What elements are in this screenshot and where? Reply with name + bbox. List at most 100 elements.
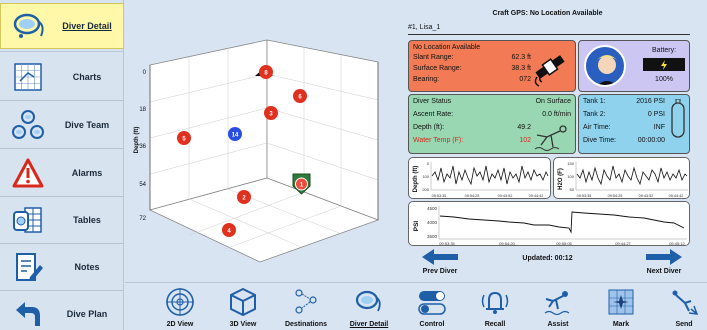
svg-text:09:45:12: 09:45:12 bbox=[669, 241, 685, 246]
svg-text:09:54:25: 09:54:25 bbox=[465, 194, 480, 198]
depth-tick: 54 bbox=[139, 182, 146, 188]
surface-range-row: Surface Range: 38.3 ft bbox=[413, 65, 531, 72]
svg-text:09:55:05: 09:55:05 bbox=[556, 241, 572, 246]
sidebar-item-dive-team[interactable]: Dive Team bbox=[0, 102, 124, 148]
svg-text:14: 14 bbox=[232, 133, 239, 139]
sidebar-item-label: Tables bbox=[73, 215, 101, 225]
tab-destinations[interactable]: Destinations bbox=[276, 283, 336, 330]
air-tank-icon bbox=[670, 98, 686, 141]
satellite-icon bbox=[531, 47, 569, 89]
battery-label: Battery: bbox=[651, 47, 677, 54]
tab-diver-detail[interactable]: Diver Detail bbox=[339, 283, 399, 330]
water-temp-row: Water Temp (F): 102 bbox=[413, 137, 531, 144]
svg-text:PSI: PSI bbox=[413, 221, 420, 232]
diver-marker[interactable]: 8 bbox=[259, 65, 273, 79]
target-icon bbox=[165, 287, 195, 317]
tank-card: Tank 1: 2016 PSI Tank 2: 0 PSI Air Time: IN… bbox=[578, 94, 690, 154]
chart-grid-icon bbox=[6, 57, 50, 97]
depth-3d-plot[interactable]: Depth (ft) 0 18 36 54 72 8 6 3 5 14 2 4 … bbox=[125, 0, 386, 282]
diver-marker[interactable]: 5 bbox=[177, 131, 191, 145]
svg-text:09:53:35: 09:53:35 bbox=[439, 241, 455, 246]
svg-text:Depth (ft): Depth (ft) bbox=[413, 166, 419, 193]
depth-tick: 0 bbox=[143, 70, 147, 76]
depth-row: Depth (ft): 49.2 bbox=[413, 124, 531, 131]
tab-2d-view[interactable]: 2D View bbox=[150, 283, 210, 330]
svg-text:H2O (F): H2O (F) bbox=[558, 168, 564, 190]
depth-chart[interactable]: Depth (ft) 0 100 200 09:53:35 09:54:25 0… bbox=[408, 157, 551, 199]
tab-label: 2D View bbox=[166, 321, 194, 328]
sidebar-item-label: Notes bbox=[74, 262, 100, 272]
tab-recall[interactable]: Recall bbox=[465, 283, 525, 330]
sidebar-item-dive-plan[interactable]: Dive Plan bbox=[0, 291, 124, 330]
svg-text:100: 100 bbox=[567, 174, 574, 179]
tab-label: 3D View bbox=[229, 321, 257, 328]
dive-time-row: Dive Time: 00:00:00 bbox=[583, 137, 665, 144]
svg-text:09:43:52: 09:43:52 bbox=[498, 194, 513, 198]
depth-tick: 36 bbox=[139, 144, 146, 150]
diver-marker[interactable]: 2 bbox=[237, 190, 251, 204]
tab-send[interactable]: Send bbox=[654, 283, 707, 330]
svg-text:200: 200 bbox=[422, 187, 429, 192]
send-icon bbox=[669, 287, 699, 317]
diver-marker[interactable]: 14 bbox=[228, 127, 242, 141]
sidebar-item-charts[interactable]: Charts bbox=[0, 54, 124, 100]
svg-text:09:54:20: 09:54:20 bbox=[499, 241, 515, 246]
svg-text:09:44:42: 09:44:42 bbox=[529, 194, 544, 198]
svg-text:4500: 4500 bbox=[427, 206, 438, 211]
tab-assist[interactable]: Assist bbox=[528, 283, 588, 330]
psi-chart[interactable]: PSI 4500 4000 3500 09:53:35 09:54:20 09:… bbox=[408, 201, 690, 246]
ascent-rate-row: Ascent Rate: 0.0 ft/min bbox=[413, 111, 571, 118]
water-temp-chart[interactable]: H2O (F) 150 100 50 09:53:35 09:54:25 09:… bbox=[553, 157, 690, 199]
next-diver-button[interactable]: Next Diver bbox=[634, 249, 694, 275]
sidebar-item-alarms[interactable]: Alarms bbox=[0, 150, 124, 196]
sidebar-item-label: Diver Detail bbox=[62, 21, 112, 31]
svg-text:150: 150 bbox=[567, 161, 574, 166]
diver-status-row: Diver Status On Surface bbox=[413, 98, 571, 105]
svg-text:09:44:27: 09:44:27 bbox=[615, 241, 631, 246]
tables-icon bbox=[6, 200, 50, 240]
prev-diver-label: Prev Diver bbox=[422, 268, 458, 275]
warning-triangle-icon bbox=[6, 153, 50, 193]
sidebar-item-tables[interactable]: Tables bbox=[0, 197, 124, 243]
tab-3d-view[interactable]: 3D View bbox=[213, 283, 273, 330]
location-header: No Location Available bbox=[413, 44, 481, 51]
bearing-row: Bearing: 072 bbox=[413, 76, 531, 83]
tank1-row: Tank 1: 2016 PSI bbox=[583, 98, 665, 105]
diver-marker[interactable]: 3 bbox=[264, 106, 278, 120]
diver-marker[interactable]: 4 bbox=[222, 223, 236, 237]
tab-mark[interactable]: Mark bbox=[591, 283, 651, 330]
tab-label: Control bbox=[419, 321, 445, 328]
back-arrow-icon bbox=[6, 294, 50, 330]
tab-control[interactable]: Control bbox=[402, 283, 462, 330]
tab-label: Send bbox=[675, 321, 693, 328]
svg-text:50: 50 bbox=[570, 187, 575, 192]
sidebar-item-notes[interactable]: Notes bbox=[0, 244, 124, 290]
diver-name: #1, Lisa_1 bbox=[408, 24, 441, 31]
diver-mask-icon bbox=[7, 6, 51, 46]
cube-icon bbox=[228, 287, 258, 317]
recall-bell-icon bbox=[480, 287, 510, 317]
battery-value: 100% bbox=[655, 76, 673, 83]
tab-label: Recall bbox=[484, 321, 506, 328]
diver-marker[interactable]: 6 bbox=[293, 89, 307, 103]
mark-icon bbox=[606, 287, 636, 317]
assist-diver-icon bbox=[543, 287, 573, 317]
svg-text:0: 0 bbox=[427, 161, 430, 166]
profile-card: Battery: 100% bbox=[578, 40, 690, 92]
destinations-icon bbox=[291, 287, 321, 317]
air-time-row: Air Time: INF bbox=[583, 124, 665, 131]
location-card: No Location Available Slant Range: 62.3 f… bbox=[408, 40, 576, 92]
svg-text:09:43:52: 09:43:52 bbox=[639, 194, 654, 198]
svg-text:09:54:25: 09:54:25 bbox=[608, 194, 623, 198]
svg-text:3500: 3500 bbox=[427, 234, 438, 239]
tab-label: Destinations bbox=[284, 321, 327, 328]
dive-team-icon bbox=[6, 105, 50, 145]
svg-text:09:53:35: 09:53:35 bbox=[432, 194, 447, 198]
diver-swimming-icon bbox=[533, 123, 571, 153]
sidebar-item-diver-detail[interactable]: Diver Detail bbox=[0, 3, 124, 49]
depth-tick: 18 bbox=[139, 107, 146, 113]
battery-icon bbox=[643, 58, 685, 71]
sidebar-item-label: Dive Team bbox=[64, 120, 110, 130]
prev-diver-button[interactable]: Prev Diver bbox=[410, 249, 470, 275]
bottom-tab-bar: 2D View 3D View Destinations Diver Detai… bbox=[125, 282, 707, 330]
